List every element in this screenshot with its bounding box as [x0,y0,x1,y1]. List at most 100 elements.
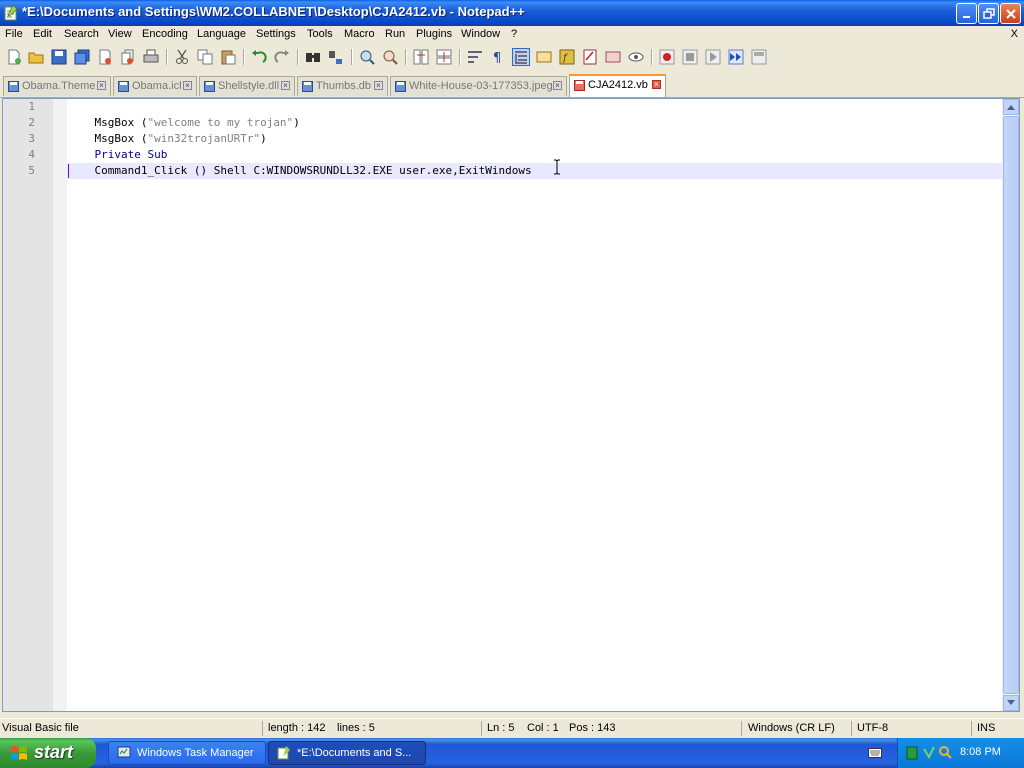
stop-macro-icon [682,49,698,65]
tab-obama-theme[interactable]: Obama.Theme × [3,76,111,96]
menu-encoding[interactable]: Encoding [142,28,188,40]
line-number: 2 [28,116,35,129]
toolbar-separator [243,49,245,65]
code-line[interactable]: MsgBox ("win32trojanURTr") [68,115,267,145]
indent-guide-button[interactable] [512,48,530,66]
menu-window[interactable]: Window [461,28,500,40]
sync-horizontal-button[interactable] [435,48,453,66]
play-macro-icon [705,49,721,65]
tab-close-icon[interactable]: × [281,81,290,90]
tab-close-icon[interactable]: × [652,80,661,89]
close-file-button[interactable] [96,48,114,66]
show-all-chars-button[interactable]: ¶ [489,48,507,66]
menu-edit[interactable]: Edit [33,28,52,40]
open-file-button[interactable] [27,48,45,66]
minimize-button[interactable] [956,3,977,24]
close-window-button[interactable] [1000,3,1021,24]
record-macro-button[interactable] [658,48,676,66]
replace-button[interactable] [327,48,345,66]
tab-close-icon[interactable]: × [553,81,562,90]
new-file-button[interactable] [5,48,23,66]
copy-button[interactable] [196,48,214,66]
status-encoding[interactable]: UTF-8 [857,722,888,734]
run-macro-multiple-icon [728,49,744,65]
play-macro-button[interactable] [704,48,722,66]
menu-plugins[interactable]: Plugins [416,28,452,40]
tab-close-icon[interactable]: × [97,81,106,90]
status-line-ending[interactable]: Windows (CR LF) [748,722,835,734]
code-editor[interactable]: 1 2 3 4 5 MsgBox ("welcome to my trojan"… [2,98,1020,712]
restore-button[interactable] [978,3,999,24]
title-bar[interactable]: *E:\Documents and Settings\WM2.COLLABNET… [0,0,1024,26]
start-button[interactable]: start [0,738,96,768]
keyboard-icon[interactable] [868,748,882,758]
clock[interactable]: 8:08 PM [960,746,1001,758]
tab-thumbs-db[interactable]: Thumbs.db × [297,76,388,96]
zoom-out-button[interactable] [381,48,399,66]
search-icon[interactable] [938,745,952,759]
menu-help[interactable]: ? [511,28,517,40]
code-line[interactable]: MsgBox ("welcome to my trojan") [68,99,300,129]
menu-file[interactable]: File [5,28,23,40]
zoom-out-icon [383,50,398,65]
scroll-down-button[interactable] [1003,695,1019,711]
network-icon[interactable] [922,745,936,759]
fold-margin[interactable] [53,99,67,711]
run-macro-multiple-button[interactable] [727,48,745,66]
scroll-up-button[interactable] [1003,99,1019,115]
tray-app-icon[interactable] [906,746,918,760]
menu-language[interactable]: Language [197,28,246,40]
undo-button[interactable] [250,48,268,66]
menu-macro[interactable]: Macro [344,28,375,40]
status-separator [262,721,263,736]
tab-cja2412-vb[interactable]: CJA2412.vb × [569,74,666,97]
stop-macro-button[interactable] [681,48,699,66]
tab-label: Shellstyle.dll [218,80,280,92]
notepad-plus-plus-icon [277,746,290,760]
vertical-scrollbar[interactable] [1002,99,1019,711]
taskbar-item-task-manager[interactable]: Windows Task Manager [108,741,266,765]
close-all-button[interactable] [119,48,137,66]
preview-button[interactable] [627,48,645,66]
menu-tools[interactable]: Tools [307,28,333,40]
save-macro-button[interactable] [750,48,768,66]
zoom-in-button[interactable] [358,48,376,66]
user-language-button[interactable] [535,48,553,66]
saved-file-icon [302,81,313,92]
menu-run[interactable]: Run [385,28,405,40]
menu-settings[interactable]: Settings [256,28,296,40]
sync-vertical-icon [413,49,429,65]
close-document-button[interactable]: X [1011,28,1018,40]
status-bar: Visual Basic file length : 142 lines : 5… [0,718,1024,739]
save-button[interactable] [50,48,68,66]
taskbar-item-notepad[interactable]: *E:\Documents and S... [268,741,426,765]
tab-shellstyle-dll[interactable]: Shellstyle.dll × [199,76,295,96]
print-button[interactable] [142,48,160,66]
sync-vertical-button[interactable] [412,48,430,66]
save-all-button[interactable] [73,48,91,66]
line-number-gutter: 1 2 3 4 5 [3,99,53,711]
tab-obama-icl[interactable]: Obama.icl × [113,76,197,96]
doc-map-button[interactable] [581,48,599,66]
cut-button[interactable] [173,48,191,66]
tab-close-icon[interactable]: × [374,81,383,90]
find-button[interactable] [304,48,322,66]
tab-white-house-jpeg[interactable]: White-House-03-177353.jpeg × [390,76,567,96]
menu-view[interactable]: View [108,28,132,40]
menu-bar: File Edit Search View Encoding Language … [0,26,1024,44]
tab-close-icon[interactable]: × [183,81,192,90]
scrollbar-thumb[interactable] [1003,116,1019,694]
status-lines: lines : 5 [337,722,375,734]
status-line-number: Ln : 5 [487,722,515,734]
task-manager-icon [117,746,131,758]
notepad-plus-plus-icon [4,5,18,21]
code-line[interactable]: Command1_Click () Shell C:WINDOWSRUNDLL3… [68,147,532,177]
word-wrap-button[interactable] [466,48,484,66]
code-line[interactable]: Private Sub [68,131,168,161]
redo-button[interactable] [273,48,291,66]
paste-icon [221,50,236,65]
monitor-button[interactable] [604,48,622,66]
function-list-button[interactable]: f [558,48,576,66]
paste-button[interactable] [219,48,237,66]
menu-search[interactable]: Search [64,28,99,40]
